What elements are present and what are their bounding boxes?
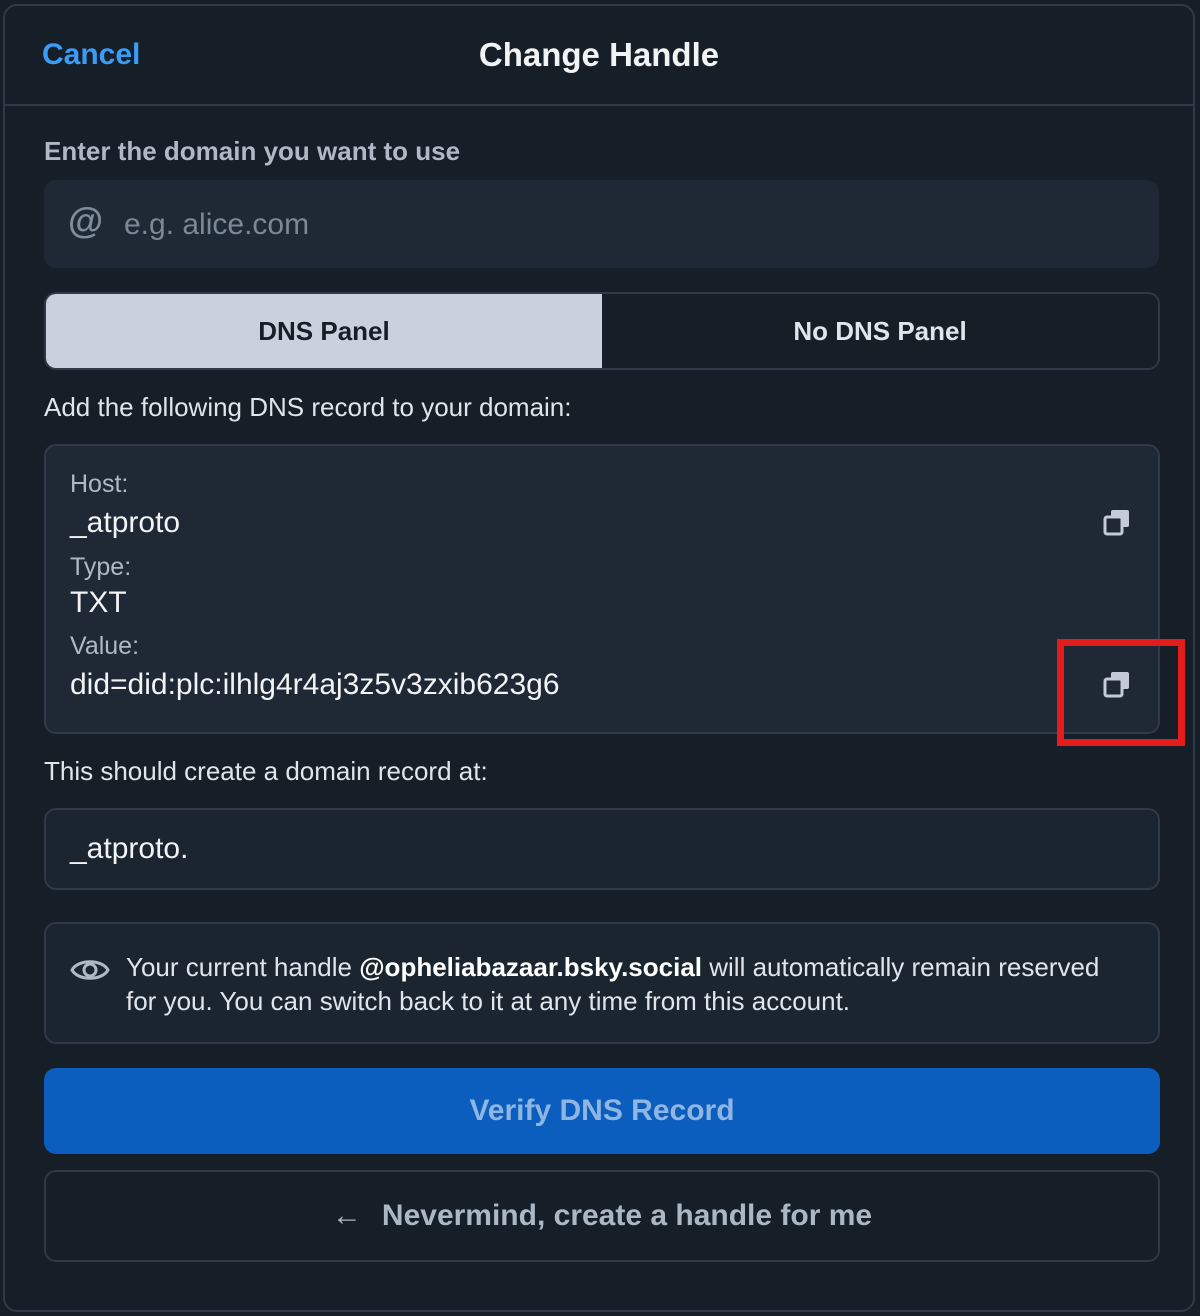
info-prefix: Your current handle bbox=[126, 952, 360, 982]
domain-input-container[interactable]: @ bbox=[44, 180, 1159, 268]
value-value: did=did:plc:ilhlg4r4aj3z5v3zxib623g6 bbox=[70, 668, 560, 701]
modal-title: Change Handle bbox=[478, 36, 720, 73]
nevermind-label: Nevermind, create a handle for me bbox=[381, 1199, 873, 1232]
record-at-box: _atproto. bbox=[44, 808, 1160, 890]
at-icon: @ bbox=[68, 200, 104, 241]
domain-label: Enter the domain you want to use bbox=[44, 136, 461, 166]
modal-header: Cancel Change Handle bbox=[5, 6, 1193, 106]
record-at-value: _atproto. bbox=[70, 832, 189, 865]
arrow-left-icon: ← bbox=[331, 1199, 362, 1232]
tab-dns-panel[interactable]: DNS Panel bbox=[46, 294, 602, 368]
domain-input[interactable] bbox=[122, 200, 1126, 250]
current-handle: @opheliabazaar.bsky.social bbox=[359, 952, 703, 982]
type-value: TXT bbox=[70, 586, 127, 619]
copy-host-icon[interactable] bbox=[1102, 508, 1132, 538]
tab-no-dns-panel[interactable]: No DNS Panel bbox=[602, 294, 1158, 368]
value-label: Value: bbox=[70, 632, 140, 660]
nevermind-button[interactable]: ← Nevermind, create a handle for me bbox=[44, 1170, 1160, 1262]
host-label: Host: bbox=[70, 470, 129, 498]
eye-icon bbox=[70, 960, 110, 980]
dns-instructions: Add the following DNS record to your dom… bbox=[44, 392, 572, 422]
info-box: Your current handle @opheliabazaar.bsky.… bbox=[44, 922, 1160, 1044]
info-text: Your current handle @opheliabazaar.bsky.… bbox=[126, 950, 1136, 1018]
dns-record-box: Host: _atproto Type: TXT Value: did=did:… bbox=[44, 444, 1160, 734]
copy-value-icon[interactable] bbox=[1102, 670, 1132, 700]
verify-dns-button[interactable]: Verify DNS Record bbox=[44, 1068, 1160, 1154]
record-at-label: This should create a domain record at: bbox=[44, 756, 488, 786]
host-value: _atproto bbox=[70, 506, 181, 539]
dns-mode-selector: DNS Panel No DNS Panel bbox=[44, 292, 1160, 370]
type-label: Type: bbox=[70, 553, 132, 581]
